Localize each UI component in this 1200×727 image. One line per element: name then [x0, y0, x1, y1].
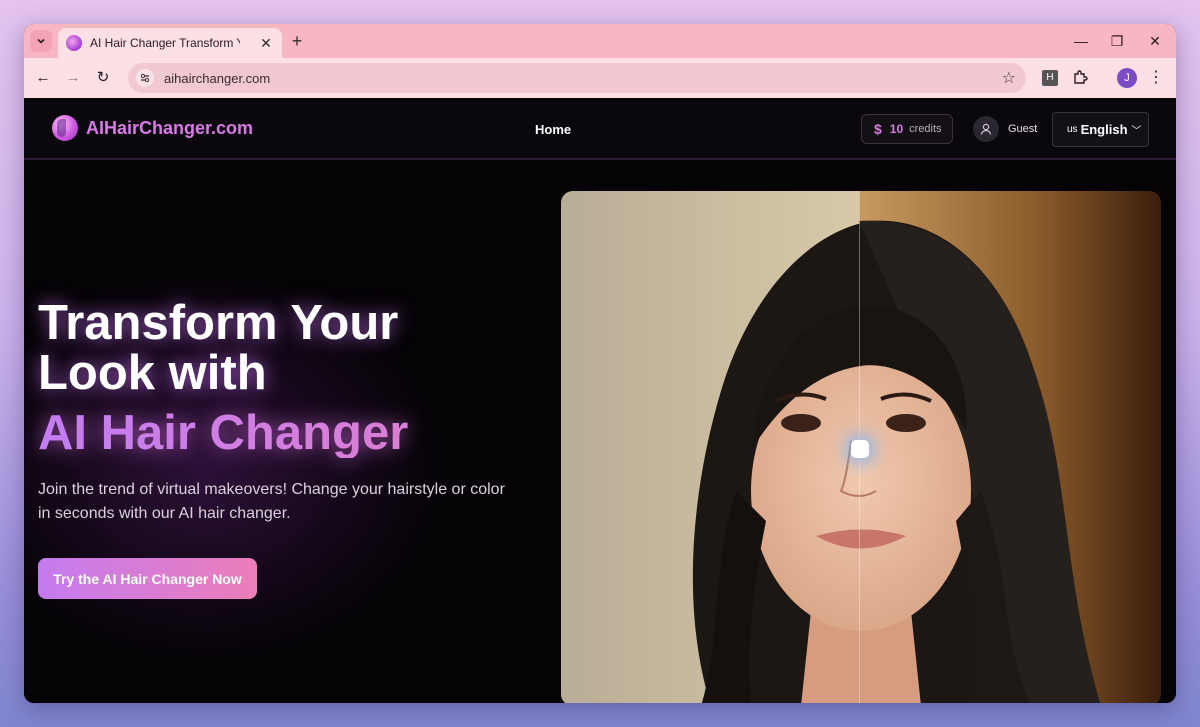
browser-menu-icon[interactable]: ⋮: [1148, 67, 1164, 89]
url-text: aihairchanger.com: [164, 70, 271, 86]
language-label: English: [1080, 122, 1128, 137]
dollar-icon: $: [874, 121, 882, 137]
guest-label: Guest: [1008, 123, 1038, 135]
forward-arrow-icon[interactable]: →: [62, 67, 84, 89]
credits-badge[interactable]: $ 10 credits: [861, 114, 953, 144]
browser-toolbar: ← → ↻ aihairchanger.com ☆ H J ⋮: [24, 58, 1176, 98]
try-hair-changer-button[interactable]: Try the AI Hair Changer Now: [38, 558, 257, 599]
comparison-slider-handle[interactable]: [851, 440, 869, 458]
nav-link-home[interactable]: Home: [535, 122, 571, 137]
extensions-puzzle-icon[interactable]: [1070, 68, 1090, 88]
browser-window: AI Hair Changer Transform Your ✕ + — ❐ ✕…: [24, 24, 1176, 703]
minimize-icon[interactable]: —: [1068, 30, 1094, 52]
tab-search-button[interactable]: [30, 30, 52, 52]
restore-icon[interactable]: ❐: [1104, 30, 1130, 52]
tab-title: AI Hair Changer Transform Your: [90, 36, 240, 50]
close-tab-icon[interactable]: ✕: [258, 35, 274, 52]
profile-avatar[interactable]: J: [1117, 68, 1137, 88]
hero-title-accent: AI Hair Changer: [38, 408, 558, 458]
hero-title: Transform Your Look with AI Hair Changer: [38, 298, 558, 458]
guest-account-button[interactable]: Guest: [973, 116, 1037, 142]
us-flag-icon: us: [1067, 124, 1078, 135]
hero-section: Transform Your Look with AI Hair Changer…: [38, 298, 558, 526]
logo-text: AIHairChanger.com: [86, 117, 254, 138]
window-close-icon[interactable]: ✕: [1142, 30, 1168, 52]
browser-tab[interactable]: AI Hair Changer Transform Your ✕: [58, 28, 282, 58]
hero-subtitle: Join the trend of virtual makeovers! Cha…: [38, 481, 505, 522]
back-arrow-icon[interactable]: ←: [32, 67, 54, 89]
user-icon: [973, 116, 999, 142]
web-page: AIHairChanger.com Home $ 10 credits Gues…: [24, 98, 1176, 703]
extension-h-icon[interactable]: H: [1042, 70, 1058, 86]
bookmark-star-icon[interactable]: ☆: [1002, 68, 1016, 88]
language-select[interactable]: us English ﹀: [1052, 112, 1149, 147]
chevron-down-icon: [37, 38, 45, 44]
credits-label: credits: [909, 123, 942, 135]
site-settings-icon[interactable]: [136, 69, 154, 87]
site-navbar: AIHairChanger.com Home $ 10 credits Gues…: [24, 98, 1176, 160]
address-bar[interactable]: aihairchanger.com ☆: [128, 63, 1026, 93]
site-logo[interactable]: AIHairChanger.com: [52, 115, 253, 141]
chevron-down-icon: ﹀: [1131, 126, 1142, 137]
credits-count: 10: [889, 122, 904, 136]
reload-icon[interactable]: ↻: [92, 67, 114, 89]
before-after-comparison[interactable]: [561, 191, 1161, 703]
hero-title-line2: Look with: [38, 346, 267, 400]
site-favicon-icon: [66, 35, 82, 51]
logo-icon: [52, 115, 78, 141]
new-tab-button[interactable]: +: [286, 30, 308, 52]
tab-strip: AI Hair Changer Transform Your ✕ + — ❐ ✕: [24, 24, 1176, 58]
hero-title-line1: Transform Your: [38, 296, 399, 350]
